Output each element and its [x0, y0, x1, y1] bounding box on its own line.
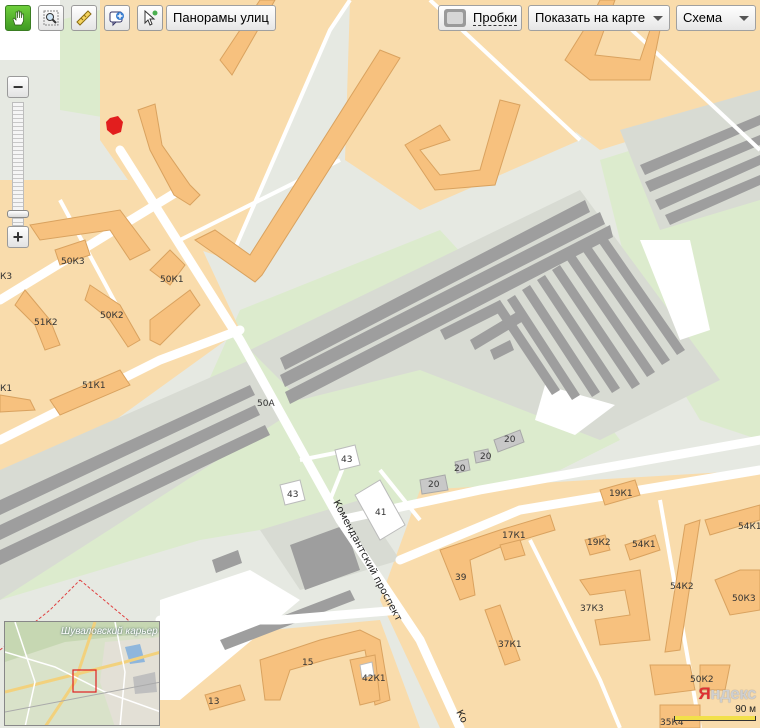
traffic-icon	[444, 9, 466, 27]
building-number-label: 37К1	[498, 640, 522, 650]
yandex-logo: Яндекс	[698, 684, 757, 703]
building-number-label: 17К1	[502, 531, 526, 541]
zoom-slider-track[interactable]	[12, 102, 24, 226]
building-number-label: 50А	[257, 399, 275, 409]
building-number-label: 20	[428, 480, 440, 490]
building-number-label: 20	[454, 464, 466, 474]
building-number-label: 54К1	[632, 540, 656, 550]
chevron-down-icon	[653, 16, 663, 21]
building-number-label: 43	[287, 490, 298, 500]
ruler-icon	[76, 10, 92, 26]
add-point-tool-button[interactable]	[104, 5, 130, 31]
map-type-dropdown[interactable]: Схема	[676, 5, 756, 31]
street-panoramas-button[interactable]: Панорамы улиц	[166, 5, 276, 31]
building-number-label: 42К1	[362, 674, 386, 684]
magnifier-tool-button[interactable]	[38, 5, 64, 31]
building-number-label: 54К2	[670, 582, 694, 592]
scale-bar	[674, 716, 756, 721]
building-number-label: 43	[341, 455, 352, 465]
building-number-label: 19К1	[609, 489, 633, 499]
add-point-icon	[109, 11, 124, 27]
building-number-label: 20	[504, 435, 516, 445]
plus-icon: +	[12, 226, 24, 247]
show-on-map-label: Показать на карте	[535, 10, 646, 25]
building-number-label: 15	[302, 658, 313, 668]
building-number-label: 51К2	[34, 318, 58, 328]
building-number-label: 13	[208, 697, 219, 707]
building-number-label: 37К3	[580, 604, 604, 614]
building-number-label: 19К2	[587, 538, 611, 548]
minus-icon: −	[12, 76, 24, 97]
building-number-label: 51К1	[82, 381, 106, 391]
building-number-label: К1	[0, 384, 12, 394]
zoom-slider-handle[interactable]	[7, 210, 29, 218]
traffic-label: Пробки	[473, 10, 518, 26]
building-number-label: 20	[480, 452, 492, 462]
building-number-label: 54К1	[738, 522, 760, 532]
traffic-button[interactable]: Пробки	[438, 5, 522, 31]
zoom-in-button[interactable]: +	[7, 226, 29, 248]
building-number-label: 50К1	[160, 275, 184, 285]
scale-label: 90 м	[735, 704, 756, 715]
map-type-label: Схема	[683, 10, 723, 25]
pointer-icon	[144, 9, 158, 26]
hand-tool-button[interactable]	[5, 5, 31, 31]
zoom-control: − +	[7, 76, 31, 250]
magnifier-icon	[43, 10, 59, 26]
map-canvas[interactable]: 50К3 К3 50К1 51К2 50К2 51К1 К1 50А 43 43 41 20 20 20 2…	[0, 0, 760, 728]
chevron-down-icon	[739, 16, 749, 21]
building-number-label: К3	[0, 272, 12, 282]
building-number-label: 50К2	[100, 311, 124, 321]
overview-minimap[interactable]: Шуваловский карьер	[4, 621, 160, 726]
minimap-canvas	[5, 622, 159, 725]
building-number-label: 41	[375, 508, 386, 518]
show-on-map-dropdown[interactable]: Показать на карте	[528, 5, 670, 31]
zoom-out-button[interactable]: −	[7, 76, 29, 98]
pointer-tool-button[interactable]	[137, 5, 163, 31]
hand-icon	[12, 10, 24, 26]
building-number-label: 39	[455, 573, 467, 583]
minimap-place-label: Шуваловский карьер	[61, 626, 158, 637]
ruler-tool-button[interactable]	[71, 5, 97, 31]
building-number-label: 50К3	[732, 594, 756, 604]
building-number-label: 50К3	[61, 257, 85, 267]
